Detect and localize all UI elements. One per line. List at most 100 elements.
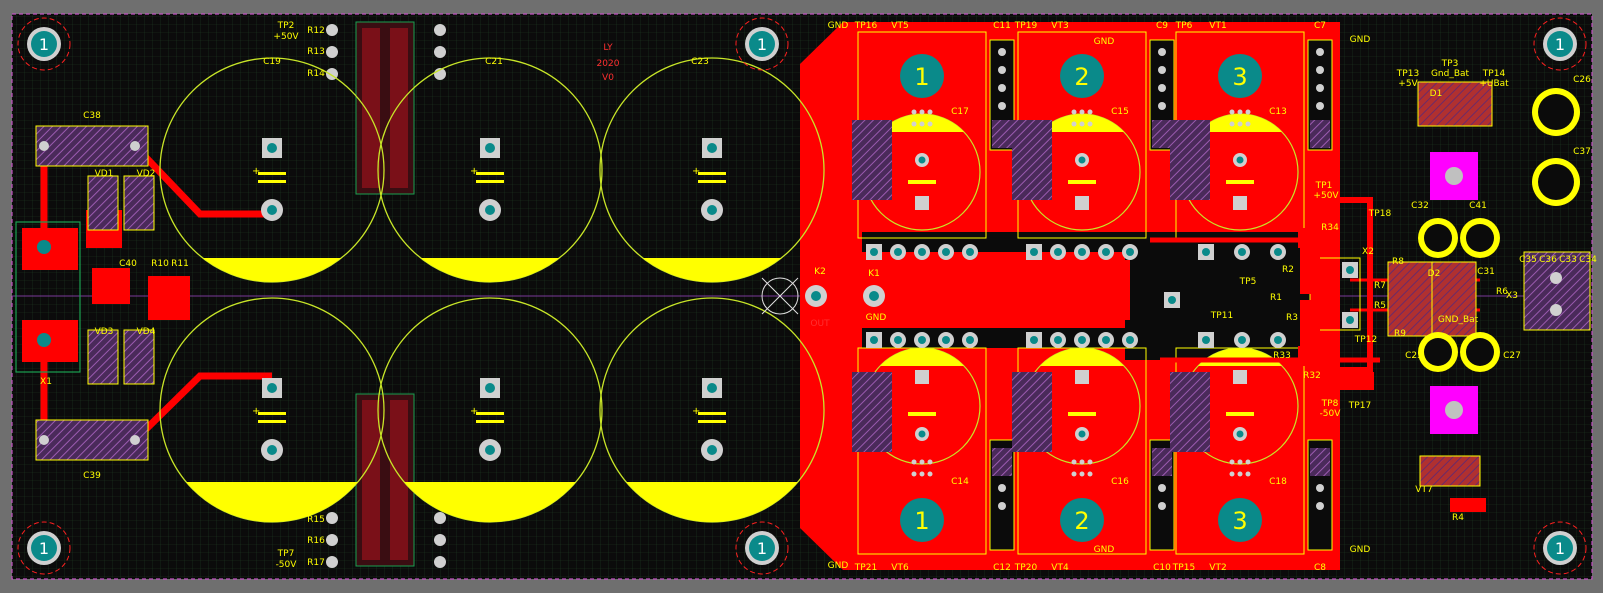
transistor-number: 1 xyxy=(914,507,929,535)
pcb-text-label: D2 xyxy=(1428,269,1441,279)
pin-pad[interactable] xyxy=(1098,244,1114,260)
vd-block-mid xyxy=(92,268,130,304)
pcb-text-label: TP2 xyxy=(277,21,295,31)
pcb-text-label: TP7 xyxy=(277,549,295,559)
vt-label: VT2 xyxy=(1209,563,1226,573)
vt-label: VT1 xyxy=(1209,21,1226,31)
pcb-text-label: C35 xyxy=(1519,255,1537,265)
pcb-text-label: +50V xyxy=(1313,191,1339,201)
pin-pad[interactable] xyxy=(1198,244,1214,260)
pcb-text-label: R3 xyxy=(1286,313,1298,323)
pcb-text-label: VD2 xyxy=(137,169,156,179)
plus-sign: + xyxy=(252,166,260,177)
pcb-text-label: R12 xyxy=(307,26,325,36)
pcb-text-label: R2 xyxy=(1282,265,1294,275)
pcb-text-label: GND xyxy=(866,313,887,323)
r10-block xyxy=(148,276,190,320)
pcb-text-label: R33 xyxy=(1273,351,1291,361)
pcb-text-label: GND xyxy=(828,21,849,31)
pcb-text-label: R16 xyxy=(307,536,325,546)
cap-label: C19 xyxy=(263,57,281,67)
pin-pad[interactable] xyxy=(962,244,978,260)
pin-pad[interactable] xyxy=(890,332,906,348)
pin-pad[interactable] xyxy=(938,332,954,348)
x1-pin2[interactable] xyxy=(33,329,55,351)
c-label: C7 xyxy=(1314,21,1326,31)
resistor-column-bottom xyxy=(355,393,415,567)
cap-label: C18 xyxy=(1269,477,1287,487)
pin-pad[interactable] xyxy=(1050,244,1066,260)
pcb-text-label: Gnd_Bat xyxy=(1431,69,1470,79)
vt-label: VT6 xyxy=(891,563,909,573)
pcb-text-label: GND_Bat xyxy=(1438,315,1479,325)
pin-pad[interactable] xyxy=(1122,244,1138,260)
pin-pad[interactable] xyxy=(1050,332,1066,348)
pin-pad[interactable] xyxy=(1026,332,1042,348)
pin-pad[interactable] xyxy=(1198,332,1214,348)
pin-pad[interactable] xyxy=(1234,244,1250,260)
pin-pad[interactable] xyxy=(890,244,906,260)
pin-pad[interactable] xyxy=(1074,332,1090,348)
pcb-text-label: 2020 xyxy=(597,59,620,69)
c-label: C10 xyxy=(1153,563,1171,573)
pcb-text-label: C40 xyxy=(119,259,137,269)
pcb-text-label: C39 xyxy=(83,471,101,481)
pcb-layout[interactable]: + C19 + C21 + C23 + C20 + C22 + C24 1 1 1 1 1 1 1 TP16 VT5… xyxy=(0,0,1603,589)
pcb-text-label: GND xyxy=(1094,37,1115,47)
pin-pad[interactable] xyxy=(1234,332,1250,348)
pin-pad[interactable] xyxy=(1342,262,1358,278)
cap-label: C20 xyxy=(263,513,281,523)
pcb-text-label: TP5 xyxy=(1239,277,1257,287)
pin-pad[interactable] xyxy=(938,244,954,260)
hole-number: 1 xyxy=(39,35,49,54)
pin-pad[interactable] xyxy=(914,244,930,260)
pcb-text-label: TP14 xyxy=(1482,69,1506,79)
pcb-text-label: C34 xyxy=(1579,255,1597,265)
pcb-text-label: C27 xyxy=(1503,351,1521,361)
pcb-text-label: R15 xyxy=(307,515,325,525)
pcb-text-label: C37 xyxy=(1573,147,1591,157)
pin-pad[interactable] xyxy=(1342,312,1358,328)
tp-label: TP19 xyxy=(1014,21,1038,31)
cap-c38[interactable] xyxy=(35,125,149,167)
pcb-text-label: D1 xyxy=(1430,89,1443,99)
pin-pad[interactable] xyxy=(1074,244,1090,260)
pcb-editor-canvas[interactable]: + C19 + C21 + C23 + C20 + C22 + C24 1 1 1 1 1 1 1 TP16 VT5… xyxy=(0,0,1603,589)
pin-pad[interactable] xyxy=(1270,332,1286,348)
pin-pad[interactable] xyxy=(1122,332,1138,348)
pin-pad[interactable] xyxy=(962,332,978,348)
pin-pad[interactable] xyxy=(1164,292,1180,308)
pcb-text-label: C38 xyxy=(83,111,101,121)
plus-sign: + xyxy=(470,166,478,177)
pcb-text-label: C32 xyxy=(1411,201,1429,211)
pin-pad[interactable] xyxy=(866,332,882,348)
transistor-number: 1 xyxy=(914,63,929,91)
pin-pad[interactable] xyxy=(914,332,930,348)
cap-c39[interactable] xyxy=(35,419,149,461)
pin-pad[interactable] xyxy=(1098,332,1114,348)
cap-label: C13 xyxy=(1269,107,1287,117)
pcb-text-label: X1 xyxy=(40,377,52,387)
pcb-text-label: TP18 xyxy=(1368,209,1392,219)
cap-label: C15 xyxy=(1111,107,1129,117)
pcb-text-label: R10 xyxy=(151,259,169,269)
hole-number: 1 xyxy=(39,539,49,558)
pcb-text-label: TP12 xyxy=(1354,335,1377,345)
pin-pad[interactable] xyxy=(866,244,882,260)
pcb-text-label: X2 xyxy=(1362,247,1374,257)
pcb-text-label: C31 xyxy=(1477,267,1495,277)
copper-bridge xyxy=(860,260,1130,320)
pin-pad[interactable] xyxy=(1026,244,1042,260)
pin-pad[interactable] xyxy=(1270,244,1286,260)
pcb-text-label: -50V xyxy=(1320,409,1342,419)
pcb-text-label: TP13 xyxy=(1396,69,1419,79)
transistor-number: 2 xyxy=(1074,63,1089,91)
cap-label: C17 xyxy=(951,107,969,117)
pcb-text-label: +5V xyxy=(1398,79,1418,89)
cap-label: C14 xyxy=(951,477,969,487)
vt-label: VT3 xyxy=(1051,21,1068,31)
pcb-text-label: C41 xyxy=(1469,201,1487,211)
cap-label: C23 xyxy=(691,57,709,67)
pcb-text-label: R11 xyxy=(171,259,189,269)
x1-pin1[interactable] xyxy=(33,236,55,258)
